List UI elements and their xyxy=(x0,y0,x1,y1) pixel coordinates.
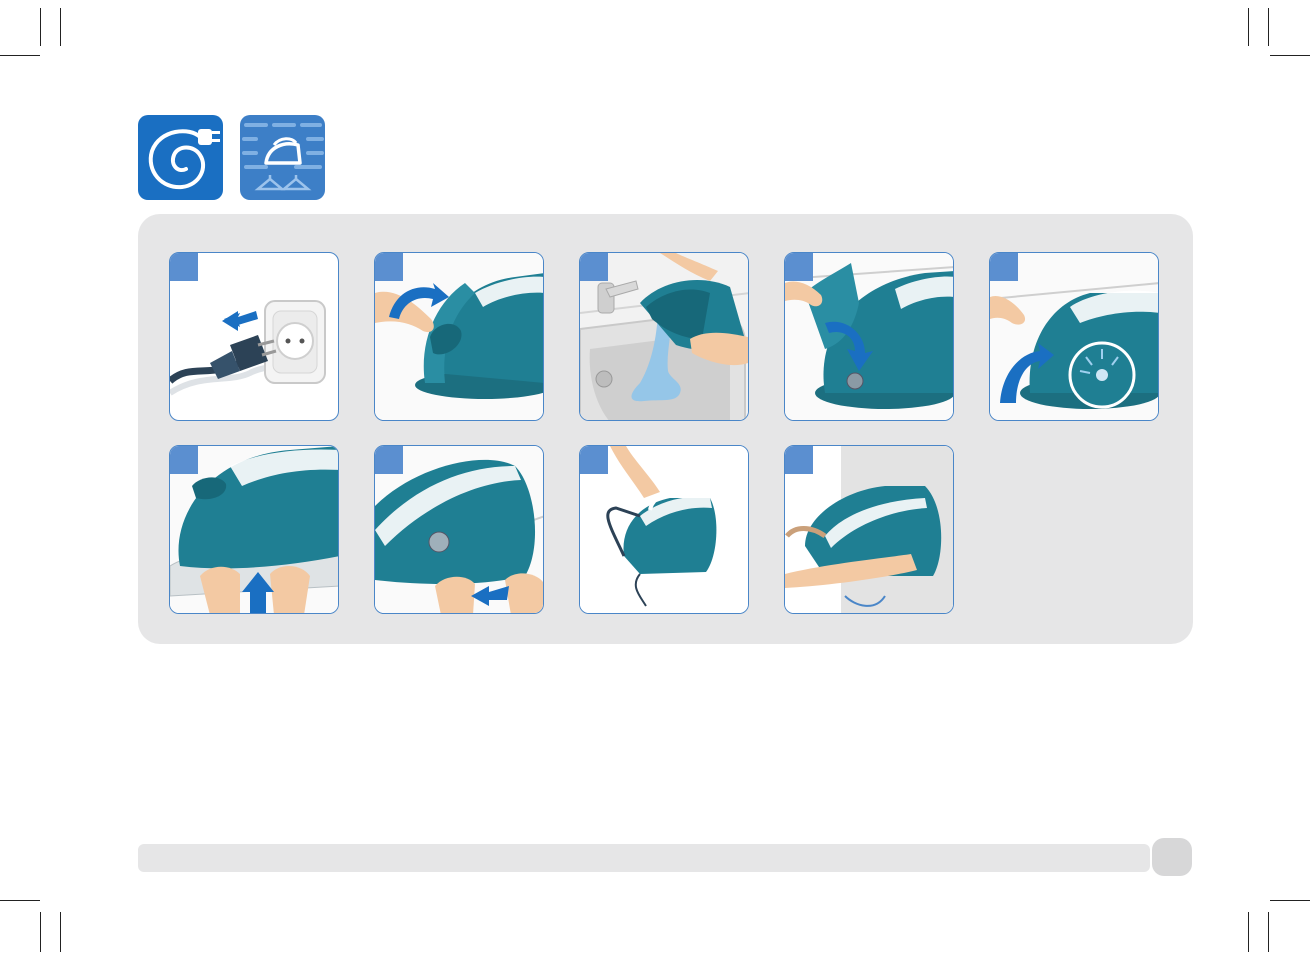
storage-iron-icon xyxy=(240,115,325,200)
crop-mark xyxy=(1268,912,1269,952)
page-number xyxy=(1152,838,1192,876)
step-card-8 xyxy=(579,445,749,614)
step-card-2 xyxy=(374,252,544,421)
crop-mark xyxy=(1270,900,1310,901)
crop-mark xyxy=(40,8,41,46)
crop-mark xyxy=(0,55,40,56)
crop-mark xyxy=(40,912,41,952)
crop-mark xyxy=(1270,55,1310,56)
step-card-1 xyxy=(169,252,339,421)
step-number-badge xyxy=(785,253,813,281)
step-number-badge xyxy=(375,446,403,474)
footer-bar xyxy=(138,844,1150,872)
step-number-badge xyxy=(785,446,813,474)
step-card-3 xyxy=(579,252,749,421)
step-card-7 xyxy=(374,445,544,614)
step-number-badge xyxy=(170,446,198,474)
step-number-badge xyxy=(580,253,608,281)
unplug-cord-icon xyxy=(138,115,223,200)
step-number-badge xyxy=(375,253,403,281)
step-card-9 xyxy=(784,445,954,614)
crop-mark xyxy=(1248,8,1249,46)
step-number-badge xyxy=(170,253,198,281)
step-number-badge xyxy=(580,446,608,474)
crop-mark xyxy=(60,912,61,952)
step-number-badge xyxy=(990,253,1018,281)
step-card-4 xyxy=(784,252,954,421)
step-card-6 xyxy=(169,445,339,614)
crop-mark xyxy=(60,8,61,46)
crop-mark xyxy=(0,900,40,901)
crop-mark xyxy=(1268,8,1269,46)
crop-mark xyxy=(1248,912,1249,952)
step-card-5 xyxy=(989,252,1159,421)
